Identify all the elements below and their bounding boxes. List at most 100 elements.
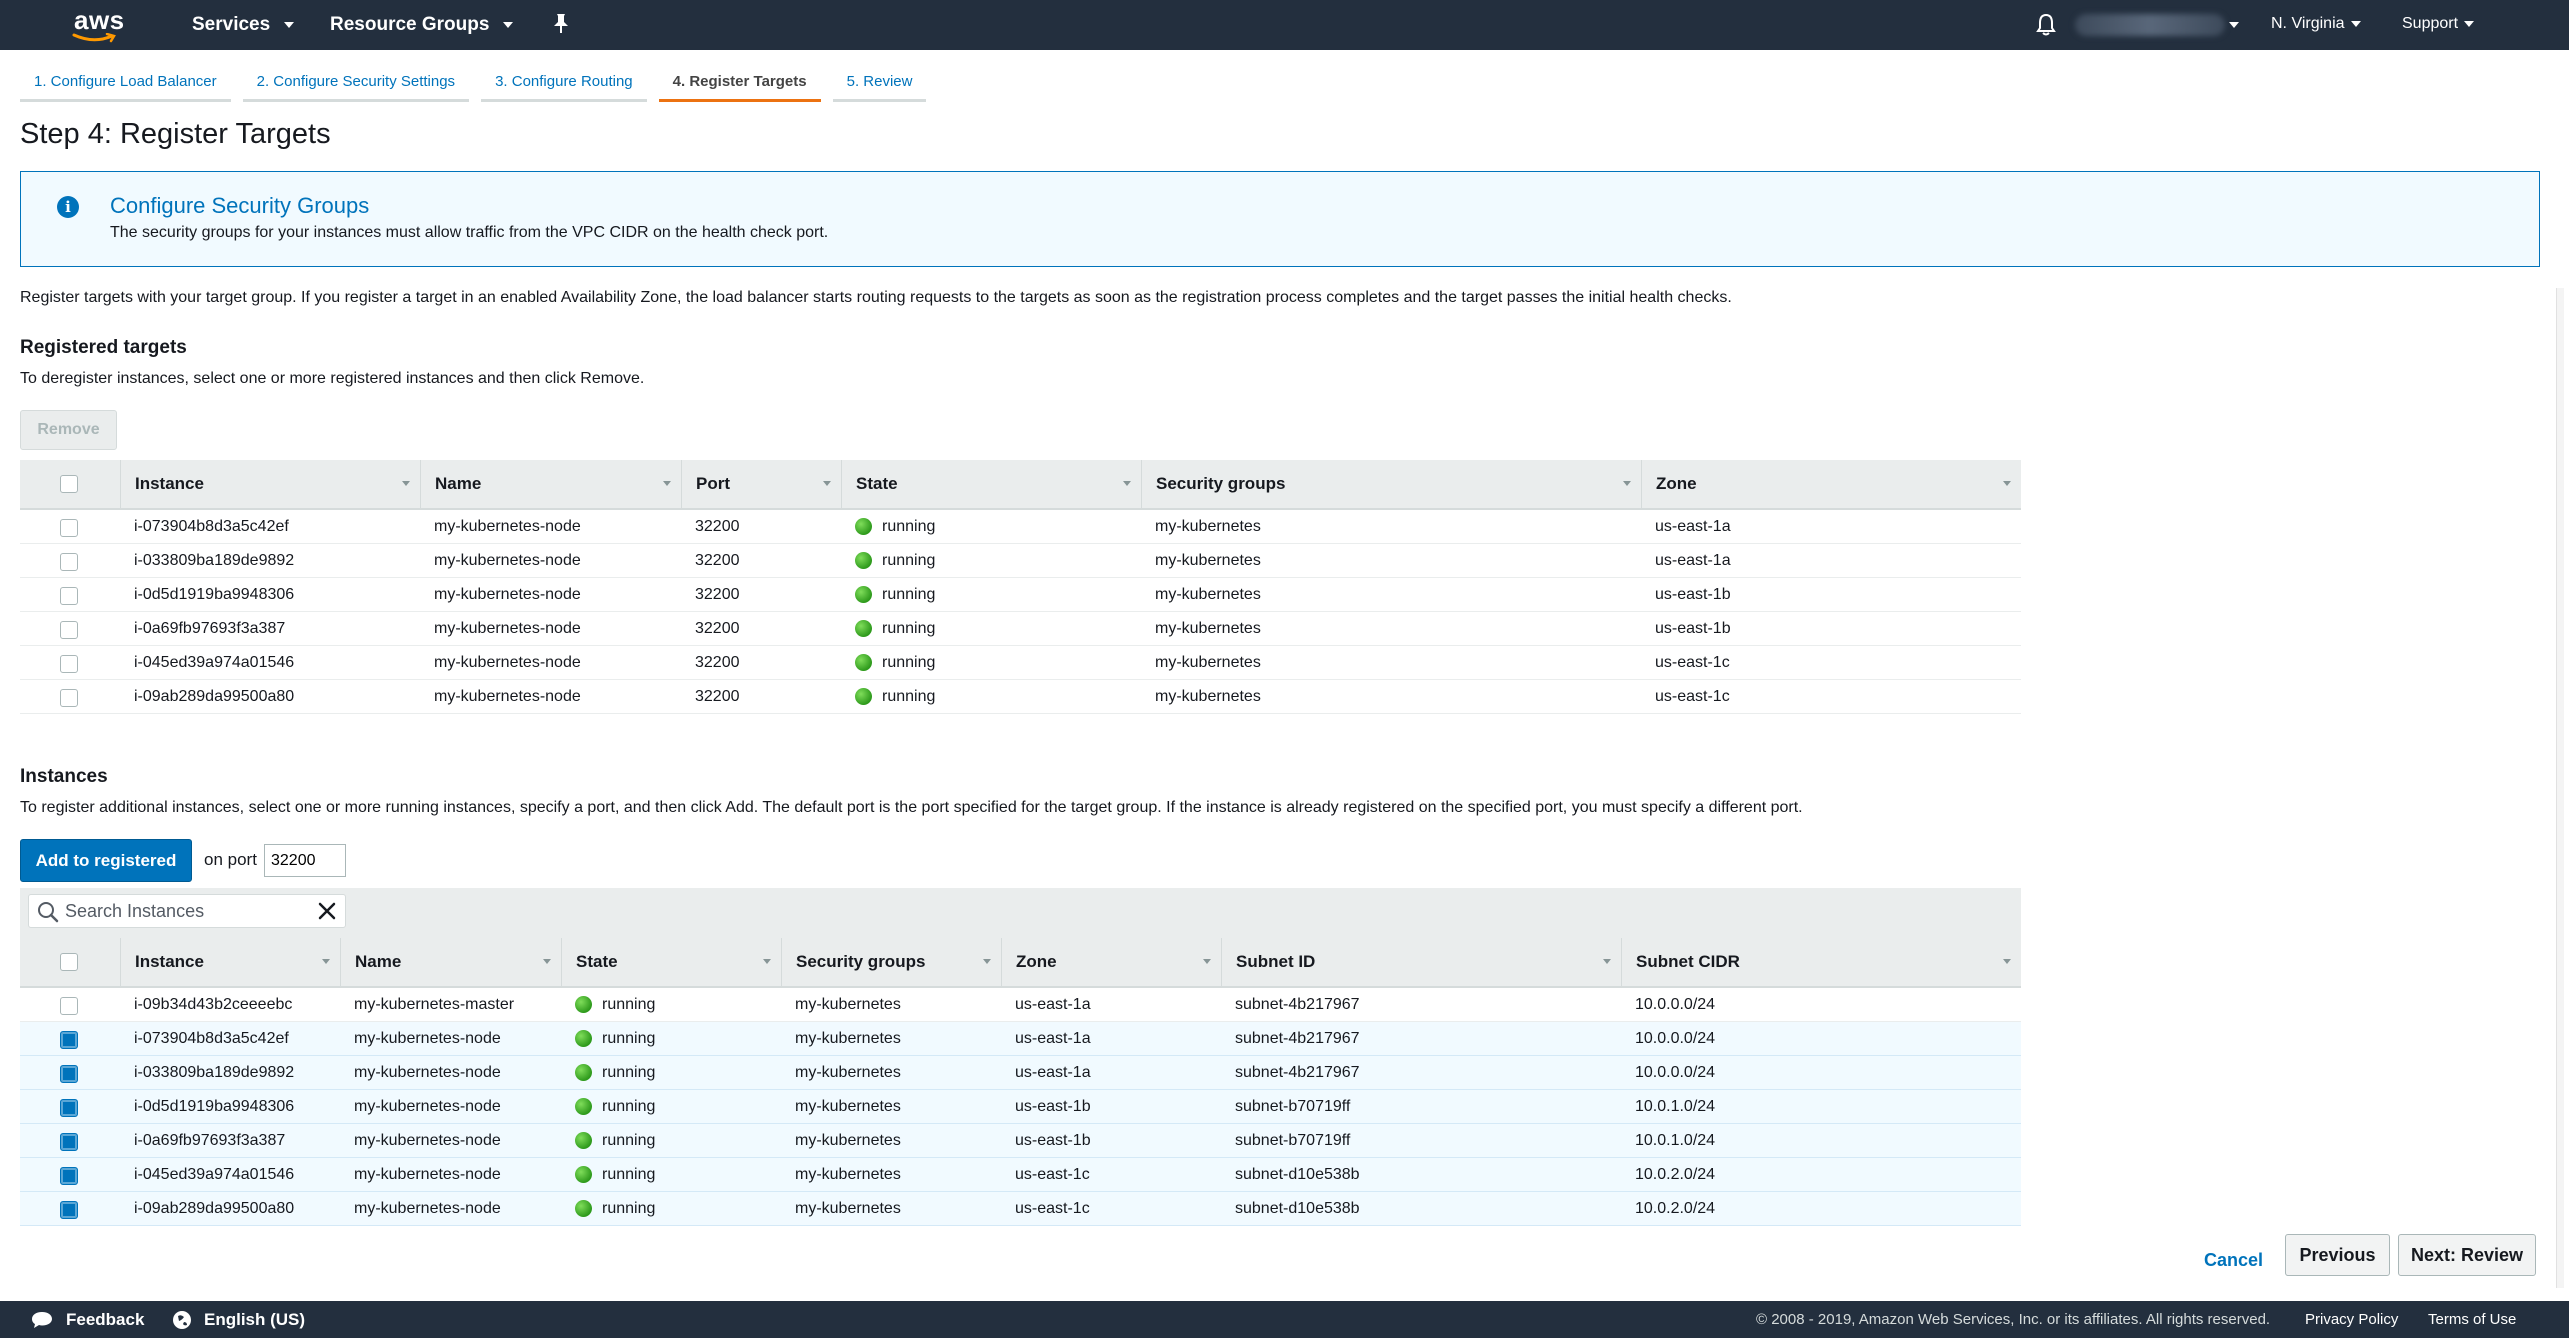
row-checkbox[interactable] bbox=[60, 587, 78, 605]
privacy-policy-link[interactable]: Privacy Policy bbox=[2305, 1311, 2398, 1328]
select-all-checkbox[interactable] bbox=[60, 953, 78, 971]
row-checkbox[interactable] bbox=[60, 997, 78, 1015]
port-input[interactable] bbox=[264, 844, 346, 877]
account-menu[interactable] bbox=[2075, 14, 2225, 36]
table-row[interactable]: i-0d5d1919ba9948306 my-kubernetes-node run… bbox=[20, 1090, 2021, 1124]
status-running-icon bbox=[575, 1166, 592, 1183]
tab-configure-security-settings[interactable]: 2. Configure Security Settings bbox=[242, 66, 470, 102]
column-label: Instance bbox=[135, 474, 204, 493]
table-row[interactable]: i-033809ba189de9892 my-kubernetes-node run… bbox=[20, 1056, 2021, 1090]
table-row[interactable]: i-073904b8d3a5c42ef my-kubernetes-node run… bbox=[20, 1022, 2021, 1056]
row-checkbox[interactable] bbox=[60, 1201, 78, 1219]
services-menu[interactable]: Services bbox=[192, 14, 295, 36]
cell-name: my-kubernetes-node bbox=[420, 578, 581, 611]
column-header-zone[interactable]: Zone bbox=[1001, 938, 1221, 986]
status-running-icon bbox=[855, 620, 872, 637]
cell-text: i-073904b8d3a5c42ef bbox=[134, 1029, 289, 1047]
row-checkbox[interactable] bbox=[60, 519, 78, 537]
terms-of-use-link[interactable]: Terms of Use bbox=[2428, 1311, 2516, 1328]
cell-port: 32200 bbox=[681, 578, 740, 611]
cell-instance: i-073904b8d3a5c42ef bbox=[120, 510, 289, 543]
cell-subnet: subnet-d10e538b bbox=[1221, 1158, 1360, 1191]
column-label: Port bbox=[696, 474, 730, 493]
row-checkbox[interactable] bbox=[60, 553, 78, 571]
search-icon bbox=[38, 902, 59, 923]
column-header-instance[interactable]: Instance bbox=[120, 938, 340, 986]
status-running-icon bbox=[575, 1132, 592, 1149]
column-header-instance[interactable]: Instance bbox=[120, 460, 420, 508]
remove-button[interactable]: Remove bbox=[20, 410, 117, 450]
cell-zone: us-east-1a bbox=[1001, 988, 1091, 1021]
support-menu[interactable]: Support bbox=[2402, 15, 2475, 33]
table-row[interactable]: i-0d5d1919ba9948306 my-kubernetes-node 322… bbox=[20, 578, 2021, 612]
table-row[interactable]: i-033809ba189de9892 my-kubernetes-node 322… bbox=[20, 544, 2021, 578]
bell-icon[interactable] bbox=[2036, 13, 2056, 42]
row-checkbox[interactable] bbox=[60, 1031, 78, 1049]
sort-icon bbox=[983, 959, 991, 964]
cell-zone: us-east-1a bbox=[1641, 510, 1731, 543]
row-checkbox[interactable] bbox=[60, 655, 78, 673]
cell-text: my-kubernetes bbox=[1155, 517, 1261, 535]
tab-configure-load-balancer[interactable]: 1. Configure Load Balancer bbox=[20, 66, 231, 102]
table-row[interactable]: i-073904b8d3a5c42ef my-kubernetes-node 322… bbox=[20, 510, 2021, 544]
cell-text: i-073904b8d3a5c42ef bbox=[134, 517, 289, 535]
tab-register-targets[interactable]: 4. Register Targets bbox=[658, 66, 821, 102]
page-scrollbar[interactable] bbox=[2556, 288, 2564, 1288]
chevron-down-icon bbox=[2464, 21, 2475, 27]
cell-zone: us-east-1b bbox=[1641, 612, 1731, 645]
column-header-subnet-cidr[interactable]: Subnet CIDR bbox=[1621, 938, 2021, 986]
column-label: Zone bbox=[1656, 474, 1697, 493]
column-header-state[interactable]: State bbox=[841, 460, 1141, 508]
resource-groups-menu[interactable]: Resource Groups bbox=[330, 14, 514, 36]
row-checkbox[interactable] bbox=[60, 1167, 78, 1185]
region-menu[interactable]: N. Virginia bbox=[2271, 15, 2361, 33]
search-input[interactable] bbox=[63, 899, 303, 923]
table-row[interactable]: i-0a69fb97693f3a387 my-kubernetes-node 322… bbox=[20, 612, 2021, 646]
feedback-button[interactable]: Feedback bbox=[30, 1310, 144, 1330]
previous-button[interactable]: Previous bbox=[2285, 1234, 2390, 1276]
next-review-button[interactable]: Next: Review bbox=[2398, 1234, 2536, 1276]
search-box[interactable] bbox=[28, 894, 346, 928]
table-row[interactable]: i-09ab289da99500a80 my-kubernetes-node run… bbox=[20, 1192, 2021, 1226]
cell-subnet: subnet-b70719ff bbox=[1221, 1090, 1350, 1123]
column-header-subnet-id[interactable]: Subnet ID bbox=[1221, 938, 1621, 986]
row-checkbox[interactable] bbox=[60, 1133, 78, 1151]
table-row[interactable]: i-09ab289da99500a80 my-kubernetes-node 322… bbox=[20, 680, 2021, 714]
language-selector[interactable]: English (US) bbox=[172, 1310, 305, 1330]
row-checkbox[interactable] bbox=[60, 1065, 78, 1083]
instances-subtitle: To register additional instances, select… bbox=[20, 799, 1803, 816]
row-checkbox[interactable] bbox=[60, 621, 78, 639]
cell-zone: us-east-1a bbox=[1001, 1022, 1091, 1055]
status-running-icon bbox=[855, 688, 872, 705]
cell-instance: i-09ab289da99500a80 bbox=[120, 680, 294, 713]
cell-state: running bbox=[841, 578, 935, 611]
sort-icon bbox=[1623, 481, 1631, 486]
table-row[interactable]: i-0a69fb97693f3a387 my-kubernetes-node run… bbox=[20, 1124, 2021, 1158]
column-header-port[interactable]: Port bbox=[681, 460, 841, 508]
column-header-name[interactable]: Name bbox=[340, 938, 561, 986]
cell-state: running bbox=[561, 1056, 655, 1089]
row-checkbox[interactable] bbox=[60, 1099, 78, 1117]
select-all-checkbox[interactable] bbox=[60, 475, 78, 493]
top-navigation-bar: aws Services Resource Groups N. Virginia… bbox=[0, 0, 2569, 50]
cell-state: running bbox=[561, 1022, 655, 1055]
add-to-registered-button[interactable]: Add to registered bbox=[20, 839, 192, 882]
cancel-button[interactable]: Cancel bbox=[2192, 1242, 2275, 1279]
row-checkbox[interactable] bbox=[60, 689, 78, 707]
close-icon[interactable] bbox=[317, 901, 337, 921]
tab-review[interactable]: 5. Review bbox=[832, 66, 927, 102]
table-row[interactable]: i-045ed39a974a01546 my-kubernetes-node 322… bbox=[20, 646, 2021, 680]
cell-cidr: 10.0.2.0/24 bbox=[1621, 1158, 1715, 1191]
tab-configure-routing[interactable]: 3. Configure Routing bbox=[481, 66, 647, 102]
table-row[interactable]: i-09b34d43b2ceeeebc my-kubernetes-master r… bbox=[20, 988, 2021, 1022]
column-header-security-groups[interactable]: Security groups bbox=[1141, 460, 1641, 508]
cell-text: 10.0.2.0/24 bbox=[1635, 1165, 1716, 1183]
aws-logo[interactable]: aws bbox=[70, 5, 130, 45]
column-header-name[interactable]: Name bbox=[420, 460, 681, 508]
pin-icon[interactable] bbox=[552, 13, 570, 40]
column-header-zone[interactable]: Zone bbox=[1641, 460, 2021, 508]
column-header-security-groups[interactable]: Security groups bbox=[781, 938, 1001, 986]
column-header-state[interactable]: State bbox=[561, 938, 781, 986]
cell-text: i-09ab289da99500a80 bbox=[134, 687, 295, 705]
table-row[interactable]: i-045ed39a974a01546 my-kubernetes-node run… bbox=[20, 1158, 2021, 1192]
